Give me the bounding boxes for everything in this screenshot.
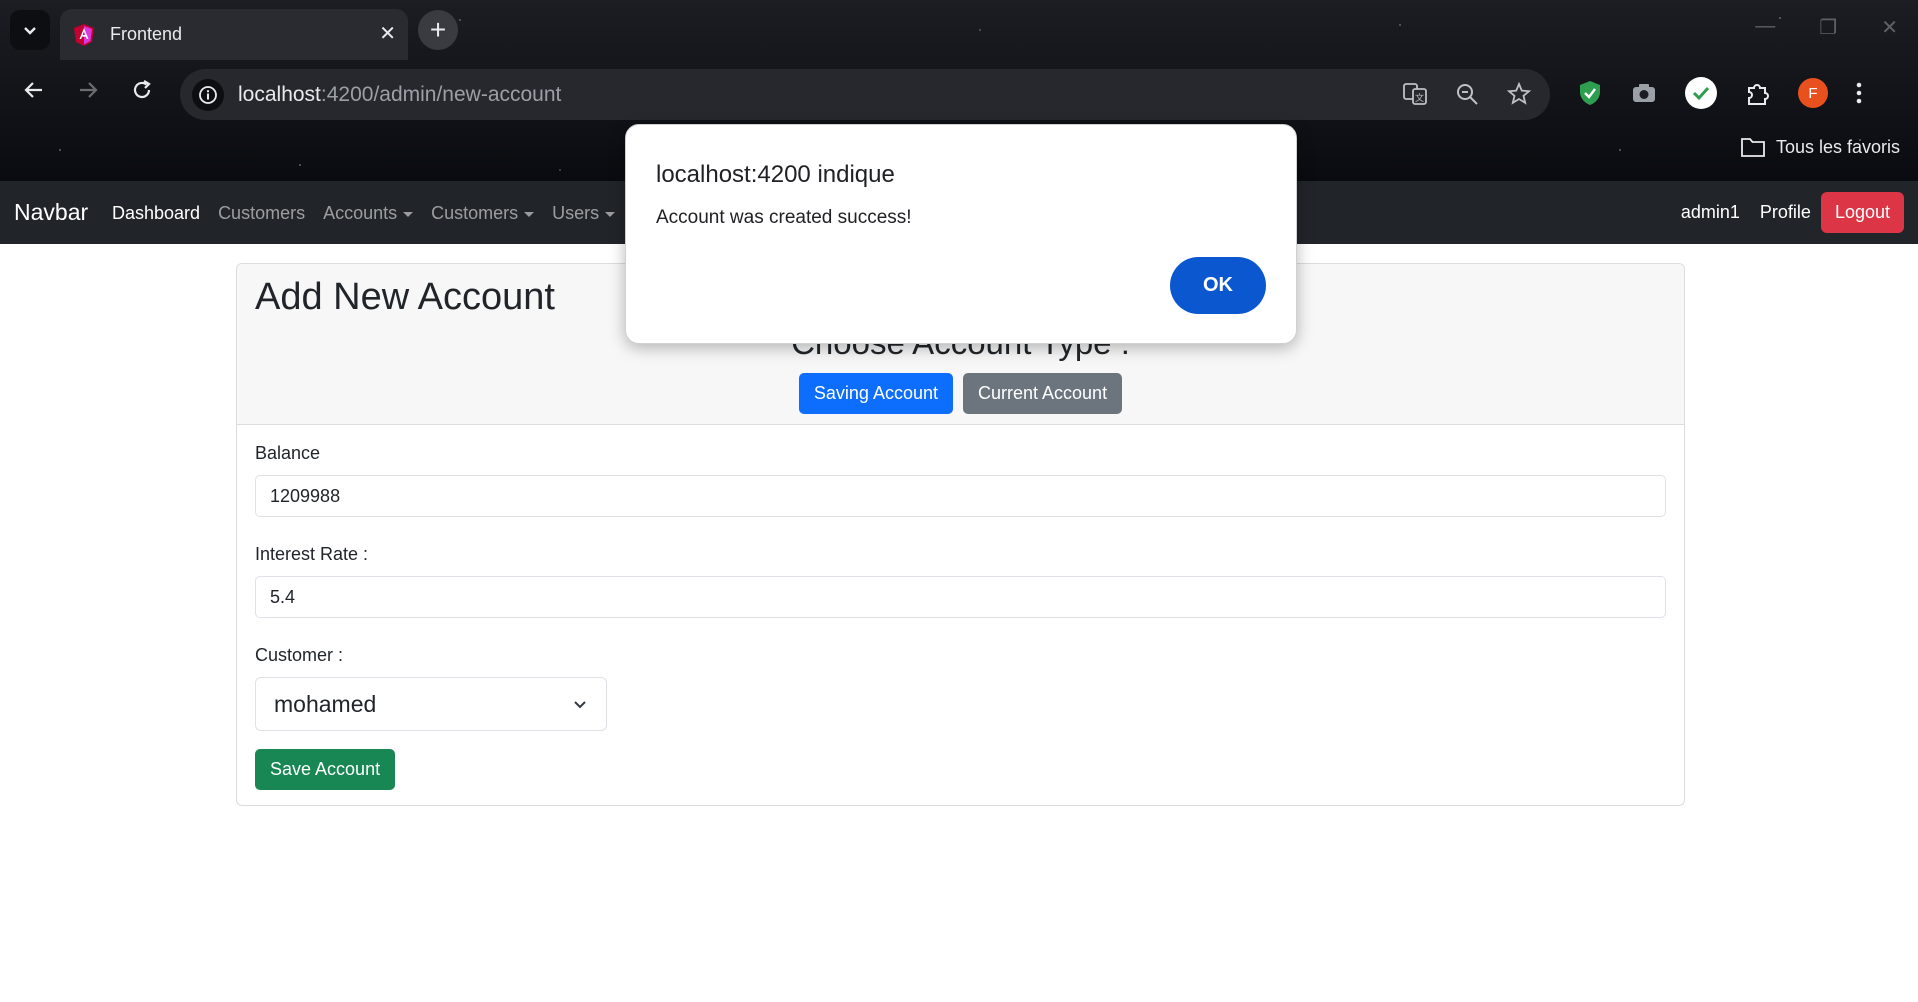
translate-icon[interactable]: 文 [1402,81,1428,107]
customer-select[interactable]: mohamed [255,677,607,731]
url-path: :4200/admin/new-account [320,82,562,106]
svg-text:文: 文 [1415,92,1424,104]
zoom-icon[interactable] [1454,81,1480,107]
current-account-button[interactable]: Current Account [963,373,1123,414]
dialog-ok-button[interactable]: OK [1170,257,1266,314]
nav-accounts-dropdown[interactable]: Accounts [323,203,414,224]
nav-customers-dropdown[interactable]: Customers [431,203,535,224]
shield-check-icon[interactable] [1576,79,1604,107]
navbar-brand[interactable]: Navbar [14,199,88,226]
nav-users-dropdown[interactable]: Users [552,203,616,224]
caret-down-icon [524,211,535,217]
window-close-icon[interactable]: ✕ [1881,15,1898,40]
restore-icon[interactable]: ❐ [1819,15,1837,40]
nav-username: admin1 [1680,202,1740,222]
nav-customers-label: Customers [431,203,519,223]
dialog-title: localhost:4200 indique [656,161,895,188]
browser-tab[interactable]: Frontend ✕ [60,9,408,60]
browser-toolbar: localhost:4200/admin/new-account 文 F [0,60,1918,120]
tab-close-icon[interactable]: ✕ [379,22,396,46]
check-circle-icon[interactable] [1684,76,1718,110]
minimize-icon[interactable]: — [1755,15,1775,40]
account-type-buttons: Saving Account Current Account [237,373,1684,414]
camera-icon[interactable] [1630,79,1658,107]
page-title: Add New Account [255,276,555,318]
save-account-button[interactable]: Save Account [255,749,396,790]
bookmarks-label: Tous les favoris [1775,136,1900,157]
arrow-right-icon [80,82,98,98]
new-tab-button[interactable]: + [418,10,458,50]
extensions-puzzle-icon[interactable] [1744,79,1772,107]
reload-icon [133,80,151,99]
extension-icons: F [1576,76,1864,110]
caret-down-icon [403,211,414,217]
profile-avatar[interactable]: F [1798,78,1828,108]
interest-rate-label: Interest Rate : [255,544,369,564]
interest-rate-input[interactable]: 5.4 [255,576,1666,618]
new-account-card: Add New Account Choose Account Type : Sa… [236,263,1685,806]
star-icon[interactable] [1506,81,1532,107]
tab-title: Frontend [110,24,183,44]
alert-dialog: localhost:4200 indique Account was creat… [625,124,1297,344]
chevron-down-icon [574,701,586,709]
card-body: Balance 1209988 Interest Rate : 5.4 Cust… [237,425,1684,805]
forward-button[interactable] [70,72,106,108]
back-button[interactable] [16,72,52,108]
tab-search-button[interactable] [10,10,50,50]
tab-strip: Frontend ✕ + — ❐ ✕ [0,0,1918,60]
caret-down-icon [605,211,616,217]
chevron-down-icon [24,27,36,35]
all-bookmarks[interactable]: Tous les favoris [1740,136,1900,158]
arrow-left-icon [24,82,42,98]
url-host: localhost [238,82,321,106]
nav-dashboard[interactable]: Dashboard [112,203,200,224]
address-bar[interactable]: localhost:4200/admin/new-account 文 [180,69,1550,120]
customer-select-value: mohamed [274,690,377,717]
window-controls: — ❐ ✕ [1755,15,1898,40]
site-info-icon[interactable] [192,78,224,111]
customer-label: Customer : [255,645,344,665]
reload-button[interactable] [124,72,160,108]
balance-input[interactable]: 1209988 [255,475,1666,517]
navbar-right: admin1 Profile Logout [1681,192,1904,233]
saving-account-button[interactable]: Saving Account [798,373,953,414]
balance-label: Balance [255,443,321,463]
url-text: localhost:4200/admin/new-account [238,83,561,107]
logout-button[interactable]: Logout [1820,192,1904,233]
nav-accounts-label: Accounts [323,203,398,223]
more-vert-icon[interactable] [1854,79,1864,107]
angular-favicon-icon [74,23,94,46]
omnibox-actions: 文 [1402,81,1532,107]
nav-links: Dashboard Customers Accounts Customers U… [112,203,633,224]
nav-profile[interactable]: Profile [1760,202,1811,223]
folder-icon [1741,138,1765,157]
dialog-message: Account was created success! [656,207,912,228]
nav-users-label: Users [552,203,600,223]
nav-customers[interactable]: Customers [218,203,305,224]
